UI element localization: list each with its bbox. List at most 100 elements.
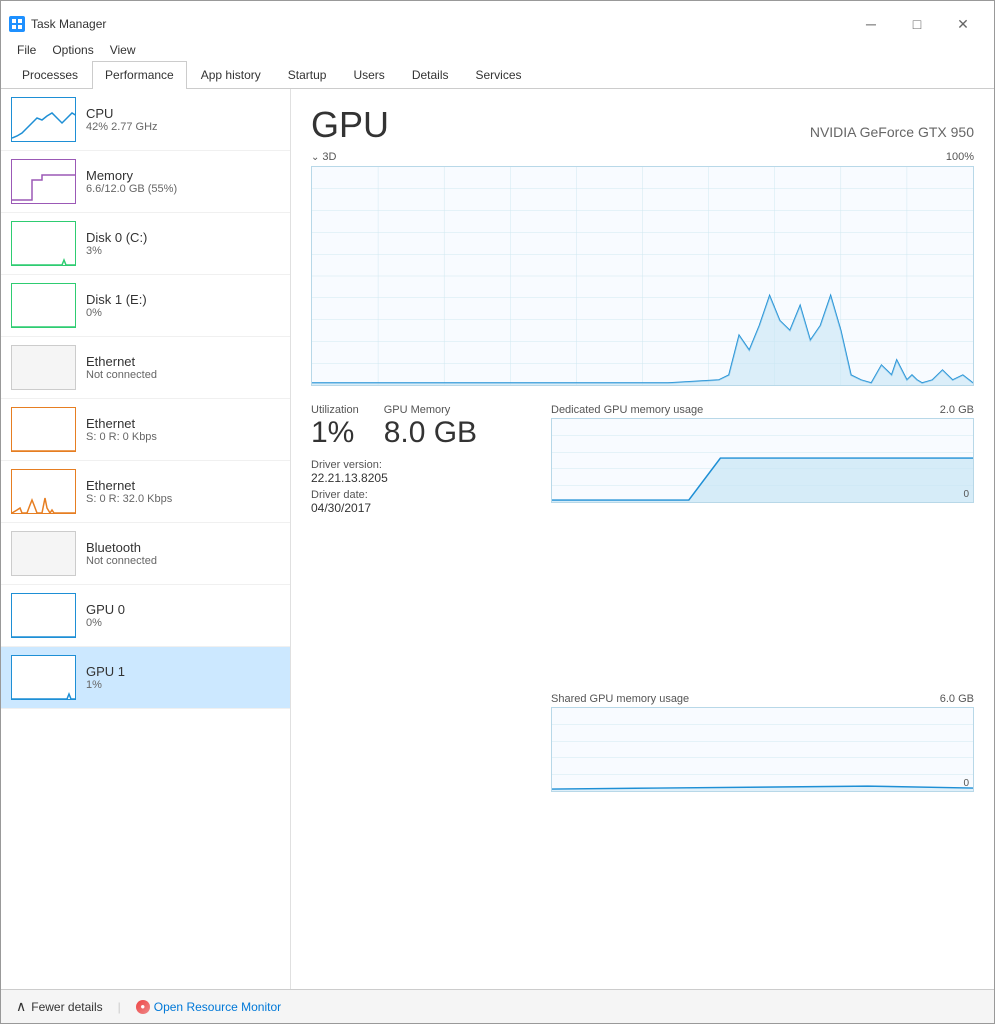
chart-max-label: 100%: [946, 151, 974, 163]
sidebar-item-ethernet2[interactable]: Ethernet S: 0 R: 0 Kbps: [1, 399, 290, 461]
dedicated-max: 2.0 GB: [940, 404, 974, 416]
disk1-value: 0%: [86, 307, 280, 319]
gpu-utilization-chart: [311, 166, 974, 386]
shared-label: Shared GPU memory usage: [551, 693, 689, 705]
memory-value: 6.6/12.0 GB (55%): [86, 183, 280, 195]
shared-min: 0: [963, 778, 969, 789]
gpu0-name: GPU 0: [86, 602, 280, 617]
maximize-button[interactable]: □: [894, 9, 940, 39]
footer: ∧ Fewer details | ● Open Resource Monito…: [1, 989, 994, 1023]
menu-bar: File Options View: [1, 39, 994, 61]
app-icon: [9, 16, 25, 32]
disk1-info: Disk 1 (E:) 0%: [86, 292, 280, 319]
ethernet3-chart-thumbnail: [11, 469, 76, 514]
options-menu[interactable]: Options: [44, 41, 101, 59]
ethernet1-chart-thumbnail: [11, 345, 76, 390]
shared-chart-container: Shared GPU memory usage 6.0 GB: [551, 693, 974, 974]
minimize-button[interactable]: ─: [848, 9, 894, 39]
gpu-model: NVIDIA GeForce GTX 950: [810, 124, 974, 146]
ethernet3-info: Ethernet S: 0 R: 32.0 Kbps: [86, 478, 280, 505]
main-panel: GPU NVIDIA GeForce GTX 950 ⌄ 3D 100%: [291, 89, 994, 989]
tab-services[interactable]: Services: [463, 61, 535, 88]
sidebar-item-ethernet1[interactable]: Ethernet Not connected: [1, 337, 290, 399]
disk0-value: 3%: [86, 245, 280, 257]
memory-info: Memory 6.6/12.0 GB (55%): [86, 168, 280, 195]
gpu1-chart-thumbnail: [11, 655, 76, 700]
shared-max: 6.0 GB: [940, 693, 974, 705]
sidebar-item-cpu[interactable]: CPU 42% 2.77 GHz: [1, 89, 290, 151]
task-manager-window: Task Manager ─ □ ✕ File Options View Pro…: [0, 0, 995, 1024]
tab-users[interactable]: Users: [340, 61, 397, 88]
left-stats: Utilization 1% GPU Memory 8.0 GB Driver …: [311, 404, 551, 974]
disk0-info: Disk 0 (C:) 3%: [86, 230, 280, 257]
driver-info: Driver version: 22.21.13.8205 Driver dat…: [311, 459, 551, 515]
tab-app-history[interactable]: App history: [188, 61, 274, 88]
footer-separator: |: [118, 1000, 121, 1014]
gpu1-value: 1%: [86, 679, 280, 691]
tab-processes[interactable]: Processes: [9, 61, 91, 88]
title-bar: Task Manager ─ □ ✕: [1, 1, 994, 39]
sidebar-item-memory[interactable]: Memory 6.6/12.0 GB (55%): [1, 151, 290, 213]
disk0-name: Disk 0 (C:): [86, 230, 280, 245]
gpu0-info: GPU 0 0%: [86, 602, 280, 629]
driver-version-value: 22.21.13.8205: [311, 471, 551, 485]
shared-gpu-chart: 0: [551, 707, 974, 792]
tab-performance[interactable]: Performance: [92, 61, 187, 89]
cpu-value: 42% 2.77 GHz: [86, 121, 280, 133]
tab-details[interactable]: Details: [399, 61, 462, 88]
dedicated-gpu-chart: 0: [551, 418, 974, 503]
gpu-memory-label: GPU Memory: [384, 404, 477, 416]
utilization-block: Utilization 1%: [311, 404, 359, 449]
memory-chart-thumbnail: [11, 159, 76, 204]
utilization-label: Utilization: [311, 404, 359, 416]
view-menu[interactable]: View: [102, 41, 144, 59]
gpu-memory-block: GPU Memory 8.0 GB: [384, 404, 477, 449]
sidebar-item-ethernet3[interactable]: Ethernet S: 0 R: 32.0 Kbps: [1, 461, 290, 523]
ethernet2-value: S: 0 R: 0 Kbps: [86, 431, 280, 443]
gpu-memory-value: 8.0 GB: [384, 416, 477, 449]
disk1-name: Disk 1 (E:): [86, 292, 280, 307]
gpu1-info: GPU 1 1%: [86, 664, 280, 691]
content-area: CPU 42% 2.77 GHz Memory 6.6/12.0 GB (55%…: [1, 89, 994, 989]
ethernet1-info: Ethernet Not connected: [86, 354, 280, 381]
dedicated-chart-container: Dedicated GPU memory usage 2.0 GB: [551, 404, 974, 685]
sidebar-item-gpu0[interactable]: GPU 0 0%: [1, 585, 290, 647]
sidebar-item-disk1[interactable]: Disk 1 (E:) 0%: [1, 275, 290, 337]
gpu0-value: 0%: [86, 617, 280, 629]
disk0-chart-thumbnail: [11, 221, 76, 266]
cpu-name: CPU: [86, 106, 280, 121]
bluetooth-value: Not connected: [86, 555, 280, 567]
ethernet2-chart-thumbnail: [11, 407, 76, 452]
ethernet3-name: Ethernet: [86, 478, 280, 493]
sidebar-item-disk0[interactable]: Disk 0 (C:) 3%: [1, 213, 290, 275]
cpu-info: CPU 42% 2.77 GHz: [86, 106, 280, 133]
driver-date-value: 04/30/2017: [311, 501, 551, 515]
cpu-chart-thumbnail: [11, 97, 76, 142]
sidebar: CPU 42% 2.77 GHz Memory 6.6/12.0 GB (55%…: [1, 89, 291, 989]
chevron-up-icon: ∧: [16, 998, 26, 1015]
window-title: Task Manager: [31, 17, 106, 31]
resource-monitor-icon: ●: [136, 1000, 150, 1014]
gpu1-name: GPU 1: [86, 664, 280, 679]
dedicated-min: 0: [963, 489, 969, 500]
memory-name: Memory: [86, 168, 280, 183]
ethernet2-name: Ethernet: [86, 416, 280, 431]
file-menu[interactable]: File: [9, 41, 44, 59]
sidebar-item-gpu1[interactable]: GPU 1 1%: [1, 647, 290, 709]
ethernet1-value: Not connected: [86, 369, 280, 381]
sidebar-item-bluetooth[interactable]: Bluetooth Not connected: [1, 523, 290, 585]
tab-startup[interactable]: Startup: [275, 61, 340, 88]
disk1-chart-thumbnail: [11, 283, 76, 328]
bluetooth-name: Bluetooth: [86, 540, 280, 555]
ethernet1-name: Ethernet: [86, 354, 280, 369]
open-resource-monitor-link[interactable]: ● Open Resource Monitor: [136, 1000, 281, 1014]
stats-row: Utilization 1% GPU Memory 8.0 GB Driver …: [311, 404, 974, 974]
ethernet2-info: Ethernet S: 0 R: 0 Kbps: [86, 416, 280, 443]
fewer-details-button[interactable]: ∧ Fewer details: [16, 998, 103, 1015]
gpu0-chart-thumbnail: [11, 593, 76, 638]
bluetooth-chart-thumbnail: [11, 531, 76, 576]
close-button[interactable]: ✕: [940, 9, 986, 39]
section-label: ⌄ 3D: [311, 151, 336, 163]
bluetooth-info: Bluetooth Not connected: [86, 540, 280, 567]
small-charts: Dedicated GPU memory usage 2.0 GB: [551, 404, 974, 974]
